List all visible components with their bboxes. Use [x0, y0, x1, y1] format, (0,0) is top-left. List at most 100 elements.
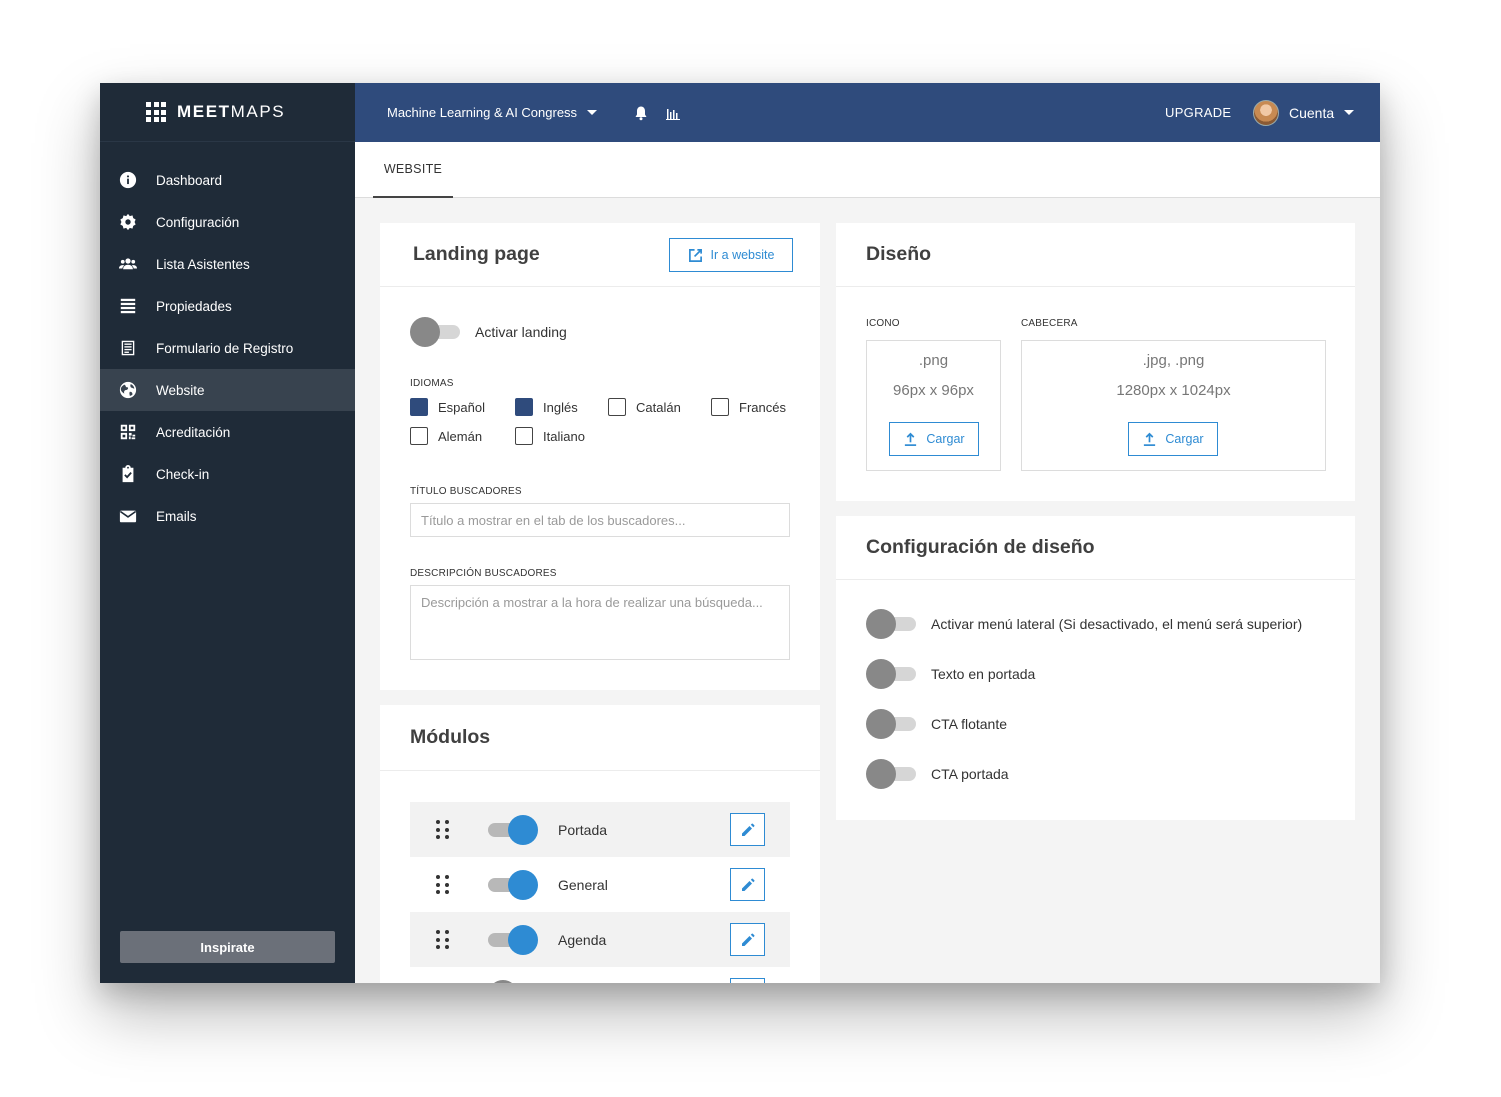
top-bar: Machine Learning & AI Congress UPGRADE C… — [355, 83, 1380, 142]
module-toggle[interactable] — [488, 870, 538, 900]
language-checkbox-espanol[interactable]: Español — [410, 398, 485, 416]
clipboard-check-icon — [118, 464, 138, 484]
checkbox-label: Alemán — [438, 428, 483, 444]
chevron-down-icon — [587, 110, 598, 115]
floating-cta-label: CTA flotante — [931, 716, 1008, 732]
module-row-agenda: Agenda — [410, 912, 790, 967]
upload-icon — [905, 432, 917, 446]
language-checkbox-ingles[interactable]: Inglés — [515, 398, 578, 416]
sidebar-item-label: Lista Asistentes — [156, 256, 250, 272]
language-checkbox-catalan[interactable]: Catalán — [608, 398, 681, 416]
apps-grid-icon — [146, 102, 166, 122]
cover-text-toggle[interactable] — [866, 659, 916, 689]
sidebar-item-lista-asistentes[interactable]: Lista Asistentes — [100, 243, 355, 285]
language-checkbox-aleman[interactable]: Alemán — [410, 427, 482, 445]
sidebar-nav: Dashboard Configuración Lista Asistentes… — [100, 159, 355, 537]
module-toggle[interactable] — [488, 925, 538, 955]
module-row-portada: Portada — [410, 802, 790, 857]
activate-landing-toggle[interactable] — [410, 317, 460, 347]
upload-icon — [1144, 432, 1156, 446]
go-website-button[interactable]: Ir a website — [669, 238, 793, 272]
module-row-general: General — [410, 857, 790, 912]
avatar — [1253, 99, 1279, 126]
users-icon — [118, 254, 138, 274]
edit-module-button[interactable] — [730, 978, 765, 983]
language-checkbox-frances[interactable]: Francés — [711, 398, 786, 416]
drag-handle-icon[interactable] — [436, 875, 449, 895]
upload-label: Cargar — [1165, 432, 1204, 446]
sidebar-item-label: Website — [156, 382, 205, 398]
sidebar-item-emails[interactable]: Emails — [100, 495, 355, 537]
icon-upload-box[interactable]: .png 96px x 96px Cargar — [866, 340, 1001, 471]
design-title: Diseño — [836, 223, 1355, 287]
upgrade-link[interactable]: UPGRADE — [1165, 105, 1231, 120]
sidebar-item-label: Emails — [156, 508, 197, 524]
mail-icon — [118, 506, 138, 526]
header-format: .jpg, .png — [1142, 352, 1205, 369]
header-upload-box[interactable]: .jpg, .png 1280px x 1024px Cargar — [1021, 340, 1326, 471]
brand-logo[interactable]: MEETMAPS — [100, 83, 355, 142]
checkbox-label: Francés — [739, 399, 786, 415]
bell-icon[interactable] — [633, 105, 649, 121]
analytics-icon[interactable] — [665, 105, 681, 121]
tab-website[interactable]: WEBSITE — [373, 142, 453, 198]
sidebar-item-label: Configuración — [156, 214, 240, 230]
header-size: 1280px x 1024px — [1116, 382, 1231, 399]
header-upload-label: CABECERA — [1021, 318, 1078, 329]
header-upload-button[interactable]: Cargar — [1128, 422, 1218, 456]
checkbox-label: Español — [438, 399, 485, 415]
module-row-partial — [410, 967, 790, 983]
languages-label: IDIOMAS — [410, 378, 454, 389]
drag-handle-icon[interactable] — [436, 930, 449, 950]
side-menu-toggle[interactable] — [866, 609, 916, 639]
external-link-icon — [688, 248, 702, 262]
drag-handle-icon[interactable] — [436, 820, 449, 840]
seo-title-label: TÍTULO BUSCADORES — [410, 486, 522, 497]
sidebar-item-dashboard[interactable]: Dashboard — [100, 159, 355, 201]
module-name: Portada — [558, 821, 608, 838]
go-website-label: Ir a website — [710, 248, 775, 262]
design-card: Diseño ICONO .png 96px x 96px Cargar CAB… — [836, 223, 1355, 501]
language-checkbox-italiano[interactable]: Italiano — [515, 427, 585, 445]
checkbox-label: Italiano — [543, 428, 585, 444]
info-icon — [118, 170, 138, 190]
design-config-title: Configuración de diseño — [836, 516, 1355, 580]
sidebar-item-propiedades[interactable]: Propiedades — [100, 285, 355, 327]
sidebar-item-acreditacion[interactable]: Acreditación — [100, 411, 355, 453]
sidebar-item-label: Formulario de Registro — [156, 340, 294, 356]
icon-upload-button[interactable]: Cargar — [889, 422, 979, 456]
cover-cta-label: CTA portada — [931, 766, 1009, 782]
tab-bar: WEBSITE — [355, 142, 1380, 198]
edit-module-button[interactable] — [730, 868, 765, 901]
side-menu-label: Activar menú lateral (Si desactivado, el… — [931, 616, 1303, 632]
module-toggle[interactable] — [488, 815, 538, 845]
inspirate-button[interactable]: Inspirate — [120, 931, 335, 963]
sidebar-item-label: Check-in — [156, 466, 210, 482]
edit-module-button[interactable] — [730, 923, 765, 956]
event-selector[interactable]: Machine Learning & AI Congress — [387, 105, 598, 120]
qr-icon — [118, 422, 138, 442]
account-menu[interactable]: Cuenta — [1253, 99, 1355, 126]
floating-cta-toggle[interactable] — [866, 709, 916, 739]
sidebar-item-label: Dashboard — [156, 172, 223, 188]
cover-text-label: Texto en portada — [931, 666, 1036, 682]
pencil-icon — [741, 877, 755, 891]
brand-name-bold: MEET — [177, 102, 231, 121]
sidebar-item-configuracion[interactable]: Configuración — [100, 201, 355, 243]
sidebar-item-check-in[interactable]: Check-in — [100, 453, 355, 495]
edit-module-button[interactable] — [730, 813, 765, 846]
pencil-icon — [741, 932, 755, 946]
brand-name-light: MAPS — [230, 102, 286, 121]
icon-format: .png — [918, 352, 949, 369]
cover-cta-toggle[interactable] — [866, 759, 916, 789]
module-toggle[interactable] — [488, 980, 538, 983]
upload-label: Cargar — [926, 432, 965, 446]
icon-upload-label: ICONO — [866, 318, 900, 329]
seo-description-input[interactable]: Descripción a mostrar a la hora de reali… — [410, 585, 790, 660]
sidebar-item-label: Acreditación — [156, 424, 231, 440]
sidebar-item-website[interactable]: Website — [100, 369, 355, 411]
seo-title-input[interactable]: Título a mostrar en el tab de los buscad… — [410, 503, 790, 537]
module-name: General — [558, 876, 608, 893]
sidebar-item-formulario-registro[interactable]: Formulario de Registro — [100, 327, 355, 369]
checkbox-label: Inglés — [543, 399, 578, 415]
